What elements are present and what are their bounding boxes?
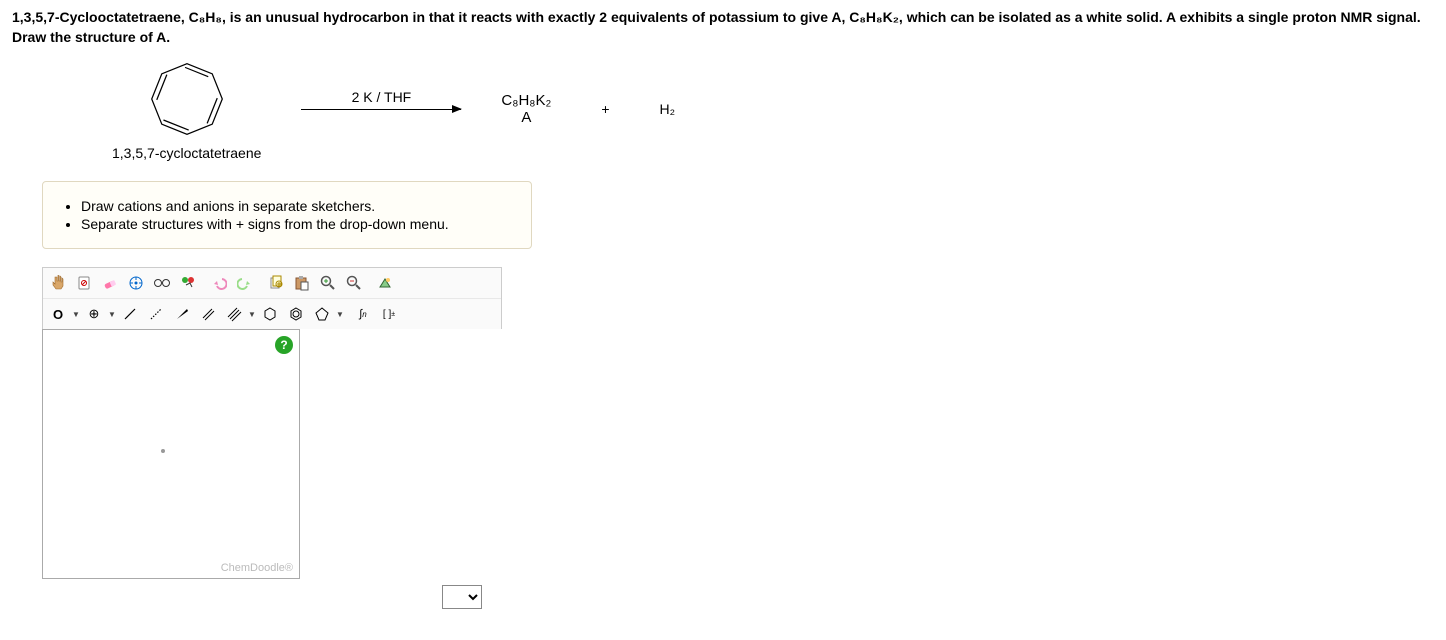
pentagon-button[interactable] (310, 302, 334, 326)
element-oxygen-button[interactable]: O (46, 302, 70, 326)
element-dropdown[interactable]: ▼ (71, 310, 81, 319)
sketcher-canvas[interactable]: ? ChemDoodle® (42, 329, 300, 579)
settings-button[interactable] (373, 271, 397, 295)
copy-button[interactable] (264, 271, 288, 295)
glasses-tool[interactable] (150, 271, 174, 295)
reactant-block: 1,3,5,7-cycloctatetraene (112, 57, 261, 161)
benzene-button[interactable] (284, 302, 308, 326)
structure-separator-dropdown-wrap (442, 585, 1434, 609)
chemdoodle-editor: O ▼ ⊕ ▼ ▼ ▼ ∫n [ ]± ? ChemDoodle® (42, 267, 502, 579)
reactant-label: 1,3,5,7-cycloctatetraene (112, 145, 261, 161)
cyclooctatetraene-structure (145, 57, 229, 141)
arrow-conditions: 2 K / THF (352, 89, 412, 105)
eraser-tool[interactable] (98, 271, 122, 295)
triple-bond-button[interactable] (222, 302, 246, 326)
clean-tool[interactable] (176, 271, 200, 295)
product-formula: C₈H₈K₂ (501, 92, 551, 109)
hint-item: Draw cations and anions in separate sket… (81, 198, 513, 214)
hint-item: Separate structures with + signs from th… (81, 216, 513, 232)
clear-tool[interactable] (72, 271, 96, 295)
byproduct: H₂ (660, 101, 676, 117)
double-bond-button[interactable] (196, 302, 220, 326)
canvas-atom-placeholder[interactable] (161, 449, 165, 453)
redo-button[interactable] (233, 271, 257, 295)
zoom-in-button[interactable] (316, 271, 340, 295)
center-tool[interactable] (124, 271, 148, 295)
paste-button[interactable] (290, 271, 314, 295)
dotted-bond-button[interactable] (144, 302, 168, 326)
toolbar-row-2: O ▼ ⊕ ▼ ▼ ▼ ∫n [ ]± (43, 299, 501, 329)
structure-separator-dropdown[interactable] (442, 585, 482, 609)
undo-button[interactable] (207, 271, 231, 295)
reaction-scheme: 1,3,5,7-cycloctatetraene 2 K / THF C₈H₈K… (112, 57, 1434, 161)
question-text: 1,3,5,7-Cyclooctatetraene, C₈H₈, is an u… (12, 8, 1434, 47)
single-bond-button[interactable] (118, 302, 142, 326)
zoom-out-button[interactable] (342, 271, 366, 295)
hints-box: Draw cations and anions in separate sket… (42, 181, 532, 249)
toolbar: O ▼ ⊕ ▼ ▼ ▼ ∫n [ ]± (42, 267, 502, 329)
hexagon-button[interactable] (258, 302, 282, 326)
reaction-arrow: 2 K / THF (301, 109, 461, 110)
chemdoodle-watermark: ChemDoodle® (221, 562, 293, 574)
help-button[interactable]: ? (275, 336, 293, 354)
product-block: C₈H₈K₂ A (501, 92, 551, 126)
charge-dropdown[interactable]: ▼ (107, 310, 117, 319)
bracket-charge-button[interactable]: [ ]± (377, 302, 401, 326)
bond-dropdown[interactable]: ▼ (247, 310, 257, 319)
subscript-button[interactable]: ∫n (351, 302, 375, 326)
plus-sign: + (601, 101, 609, 117)
toolbar-row-1 (43, 268, 501, 299)
charge-button[interactable]: ⊕ (82, 302, 106, 326)
wedge-bond-button[interactable] (170, 302, 194, 326)
ring-dropdown[interactable]: ▼ (335, 310, 345, 319)
product-label: A (521, 109, 531, 126)
hand-tool[interactable] (46, 271, 70, 295)
